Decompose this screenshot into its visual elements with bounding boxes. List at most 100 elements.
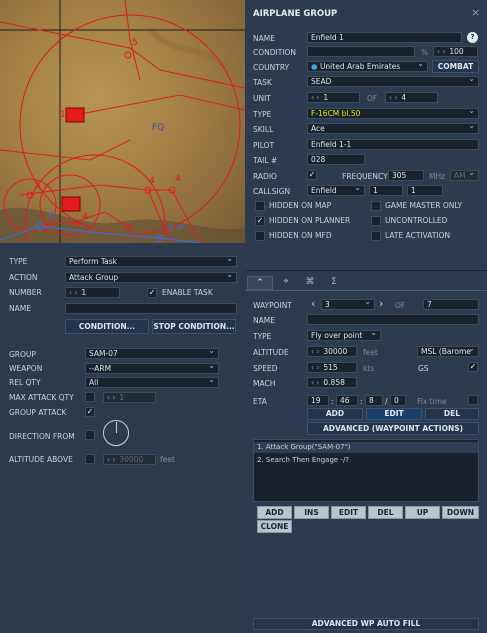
unit-stepper[interactable]: ‹ › 1: [307, 92, 360, 103]
condition-bar[interactable]: [307, 46, 415, 57]
group-select[interactable]: SAM-07: [85, 348, 219, 359]
task-panel: TYPE Perform Task ACTION Attack Group NU…: [0, 243, 243, 633]
tab-summary[interactable]: ⌘: [299, 276, 321, 290]
group-attack-checkbox[interactable]: ✓: [85, 407, 95, 417]
fix-time-checkbox[interactable]: [468, 395, 478, 405]
radio-checkbox[interactable]: ✓: [307, 170, 317, 180]
stepper-arrows-icon[interactable]: ‹ ›: [107, 455, 115, 464]
close-icon[interactable]: ×: [471, 6, 480, 19]
direction-dial[interactable]: [103, 420, 129, 446]
eta-minutes[interactable]: 46: [336, 395, 358, 406]
action-clone-button[interactable]: CLONE: [257, 520, 292, 533]
waypoint-edit-button[interactable]: EDIT: [366, 408, 422, 420]
altitude-stepper[interactable]: ‹ › 30000: [307, 346, 357, 357]
pilot-label: PILOT: [253, 141, 275, 150]
pilot-input[interactable]: Enfield 1-1: [307, 139, 479, 150]
weapon-select[interactable]: --ARM: [85, 363, 219, 374]
altitude-above-checkbox[interactable]: [85, 454, 95, 464]
tab-bar-line: [245, 290, 487, 291]
max-attack-qty-stepper[interactable]: ‹ › 1: [103, 392, 156, 403]
uncontrolled-checkbox[interactable]: [371, 216, 381, 226]
tab-route[interactable]: ⌃: [247, 276, 273, 290]
sigma-icon: Σ: [331, 277, 337, 287]
task-type-select[interactable]: Perform Task: [65, 256, 237, 267]
group-name-label: NAME: [253, 34, 275, 43]
waypoint-type-select[interactable]: Fly over point: [307, 330, 381, 341]
stepper-arrows-icon[interactable]: ‹ ›: [311, 363, 319, 372]
action-down-button[interactable]: DOWN: [442, 506, 479, 519]
waypoint-next-icon[interactable]: ›: [379, 297, 383, 310]
callsign-flight-input[interactable]: 1: [369, 185, 403, 196]
rel-qty-select[interactable]: All: [85, 377, 219, 388]
max-attack-qty-checkbox[interactable]: [85, 392, 95, 402]
tail-input[interactable]: 028: [307, 154, 365, 165]
gs-checkbox[interactable]: ✓: [468, 362, 478, 372]
speed-unit: kts: [363, 364, 375, 373]
number-stepper[interactable]: ‹ › 1: [65, 287, 120, 298]
map-label-4a: 4: [149, 176, 155, 186]
action-edit-button[interactable]: EDIT: [331, 506, 366, 519]
list-item[interactable]: 2. Search Then Engage -/?: [254, 455, 478, 466]
waypoint-del-button[interactable]: DEL: [425, 408, 479, 420]
condition-label: CONDITION: [253, 48, 297, 57]
stepper-arrows-icon[interactable]: ‹ ›: [389, 93, 397, 102]
callsign-number-input[interactable]: 1: [407, 185, 443, 196]
combat-button[interactable]: COMBAT: [432, 60, 479, 73]
aircraft-type-select[interactable]: F-16CM bl.50: [307, 108, 479, 119]
stepper-arrows-icon[interactable]: ‹ ›: [107, 393, 115, 402]
hidden-on-map-checkbox[interactable]: [255, 201, 265, 211]
action-del-button[interactable]: DEL: [368, 506, 403, 519]
stepper-arrows-icon[interactable]: ‹ ›: [69, 288, 77, 297]
altitude-above-stepper[interactable]: ‹ › 30000: [103, 454, 156, 465]
stepper-arrows-icon[interactable]: ‹ ›: [311, 93, 319, 102]
hidden-on-mfd-checkbox[interactable]: [255, 231, 265, 241]
stop-condition-button[interactable]: STOP CONDITION...: [152, 319, 236, 334]
mach-stepper[interactable]: ‹ › 0.858: [307, 377, 357, 388]
waypoint-prev-icon[interactable]: ‹: [311, 297, 315, 310]
waypoint-actions-list[interactable]: 1. Attack Group("SAM-07") 2. Search Then…: [253, 439, 479, 502]
eta-seconds[interactable]: 8: [365, 395, 383, 406]
tab-sigma[interactable]: Σ: [323, 276, 345, 290]
enable-task-checkbox[interactable]: ✓: [147, 288, 157, 298]
action-up-button[interactable]: UP: [405, 506, 440, 519]
callsign-select[interactable]: Enfield: [307, 185, 365, 196]
unit-total-stepper[interactable]: ‹ › 4: [385, 92, 438, 103]
eta-frames[interactable]: 0: [390, 395, 406, 406]
country-select[interactable]: ● United Arab Emirates: [307, 61, 428, 72]
action-select[interactable]: Attack Group: [65, 272, 237, 283]
action-add-button[interactable]: ADD: [257, 506, 292, 519]
task-select[interactable]: SEAD: [307, 76, 479, 87]
direction-from-checkbox[interactable]: [85, 430, 95, 440]
altitude-ref-select[interactable]: MSL (Barome: [417, 346, 479, 357]
speed-stepper[interactable]: ‹ › 515: [307, 362, 357, 373]
waypoint-add-button[interactable]: ADD: [307, 408, 363, 420]
condition-button[interactable]: CONDITION...: [65, 319, 149, 334]
action-ins-button[interactable]: INS: [294, 506, 329, 519]
frequency-input[interactable]: 305: [388, 170, 424, 181]
stepper-arrows-icon[interactable]: ‹ ›: [437, 47, 445, 56]
advanced-waypoint-actions-button[interactable]: ADVANCED (WAYPOINT ACTIONS): [307, 422, 479, 435]
hidden-on-planner-checkbox[interactable]: ✓: [255, 216, 265, 226]
waypoint-name-input[interactable]: [307, 314, 479, 325]
tab-payload[interactable]: ⌖: [275, 276, 297, 290]
eta-hours[interactable]: 19: [307, 395, 329, 406]
task-name-input[interactable]: [65, 303, 237, 314]
skill-select[interactable]: Ace: [307, 123, 479, 134]
altitude-value: 30000: [323, 347, 348, 356]
modulation-select[interactable]: AM: [450, 170, 479, 181]
game-master-only-checkbox[interactable]: [371, 201, 381, 211]
map-label-1: 1: [60, 110, 66, 120]
help-icon[interactable]: ?: [467, 32, 478, 43]
stepper-arrows-icon[interactable]: ‹ ›: [311, 347, 319, 356]
callsign-label: CALLSIGN: [253, 187, 291, 196]
condition-stepper[interactable]: ‹ › 100: [433, 46, 478, 57]
map-view[interactable]: FQ 1 5 4 4 5 4 6 7 IP: [0, 0, 245, 243]
country-label: COUNTRY: [253, 63, 290, 72]
late-activation-checkbox[interactable]: [371, 231, 381, 241]
stepper-arrows-icon[interactable]: ‹ ›: [311, 378, 319, 387]
waypoint-type-label: TYPE: [253, 332, 272, 341]
group-name-input[interactable]: Enfield 1: [307, 32, 462, 43]
advanced-wp-auto-fill-button[interactable]: ADVANCED WP AUTO FILL: [253, 618, 479, 630]
waypoint-select[interactable]: 3: [321, 299, 375, 310]
list-item[interactable]: 1. Attack Group("SAM-07"): [254, 442, 478, 453]
